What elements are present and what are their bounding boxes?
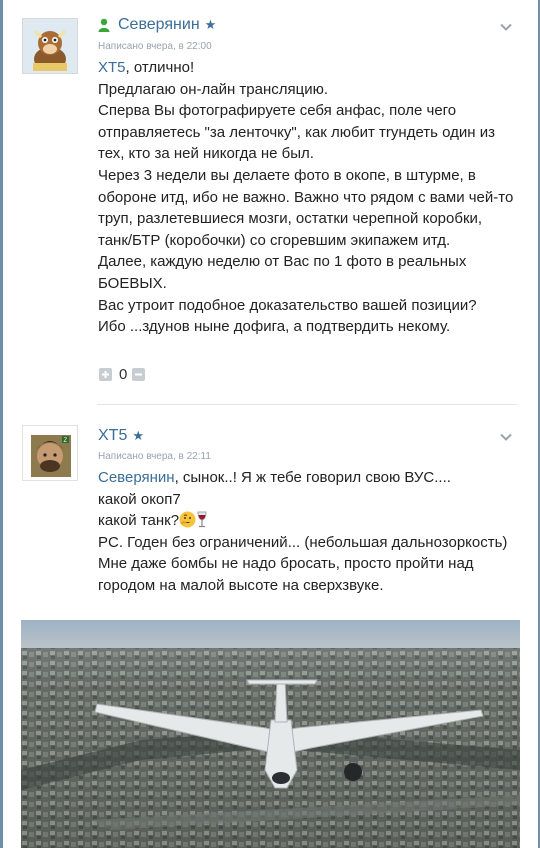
post-paragraph: Ибо ...здунов ныне дофига, а подтвердить… (98, 316, 516, 338)
window-left-border (0, 0, 3, 848)
author-name[interactable]: Северянин (118, 16, 200, 34)
online-user-icon (98, 18, 110, 32)
attached-photo[interactable] (21, 620, 520, 848)
vote-up-icon[interactable] (99, 368, 112, 381)
text-run: какой танк? (98, 512, 180, 530)
post-paragraph: PC. Годен без ограничений... (небольшая … (98, 532, 516, 597)
thinking-face-emoji (179, 511, 196, 529)
vote-count: 0 (119, 366, 128, 383)
chevron-down-icon[interactable] (500, 23, 512, 31)
post-divider (97, 404, 517, 405)
post-paragraph: Через 3 недели вы делаете фото в окопе, … (98, 165, 516, 251)
text-run: Предлагаю он-лайн трансляцию. (98, 80, 329, 98)
text-run: Далее, каждую неделю от Вас по 1 фото в … (98, 253, 467, 292)
user-mention-link[interactable]: Северянин (98, 469, 175, 486)
text-run: PC. Годен без ограничений... (небольшая … (98, 533, 508, 594)
post-paragraph: какой танк? (98, 510, 516, 532)
chevron-down-icon[interactable] (500, 433, 512, 441)
post-paragraph: Предлагаю он-лайн трансляцию. (98, 79, 516, 101)
star-icon: ★ (204, 17, 217, 32)
post-timestamp: Написано вчера, в 22:00 (98, 41, 212, 52)
text-run: Сперва Вы фотографируете себя анфас, пол… (98, 102, 495, 163)
user-mention-link[interactable]: ХТ5 (98, 59, 126, 76)
post-paragraph: Вас утроит подобное доказательство вашей… (98, 295, 516, 317)
text-run: какой окоп7 (98, 490, 181, 508)
text-run: Ибо ...здунов ныне дофига, а подтвердить… (98, 318, 451, 336)
text-run: Вас утроит подобное доказательство вашей… (98, 296, 477, 314)
author-row: ХТ5 ★ (98, 427, 144, 445)
post-body: Северянин, сынок..! Я ж тебе говорил сво… (98, 467, 516, 597)
post-paragraph: ХТ5, отлично! (98, 57, 516, 79)
author-row: Северянин ★ (98, 16, 216, 34)
vote-controls: 0 (99, 366, 146, 383)
post-body: ХТ5, отлично! Предлагаю он-лайн трансляци… (98, 57, 516, 338)
post-paragraph: Далее, каждую неделю от Вас по 1 фото в … (98, 251, 516, 294)
text-run: , отлично! (125, 59, 195, 76)
post-timestamp: Написано вчера, в 22:11 (98, 451, 211, 462)
svg-text:Z: Z (64, 438, 68, 444)
post-paragraph: какой окоп7 (98, 489, 516, 511)
vote-down-icon[interactable] (132, 368, 146, 381)
wine-glass-emoji (196, 511, 208, 529)
star-icon: ★ (132, 428, 144, 443)
text-run: Через 3 недели вы делаете фото в окопе, … (98, 166, 514, 249)
avatar[interactable]: Z (22, 425, 78, 481)
author-name[interactable]: ХТ5 (98, 427, 127, 445)
post-paragraph: Северянин, сынок..! Я ж тебе говорил сво… (98, 467, 516, 489)
post-paragraph: Сперва Вы фотографируете себя анфас, пол… (98, 100, 516, 165)
avatar[interactable] (22, 18, 78, 74)
text-run: , сынок..! Я ж тебе говорил свою ВУС.... (174, 469, 451, 486)
